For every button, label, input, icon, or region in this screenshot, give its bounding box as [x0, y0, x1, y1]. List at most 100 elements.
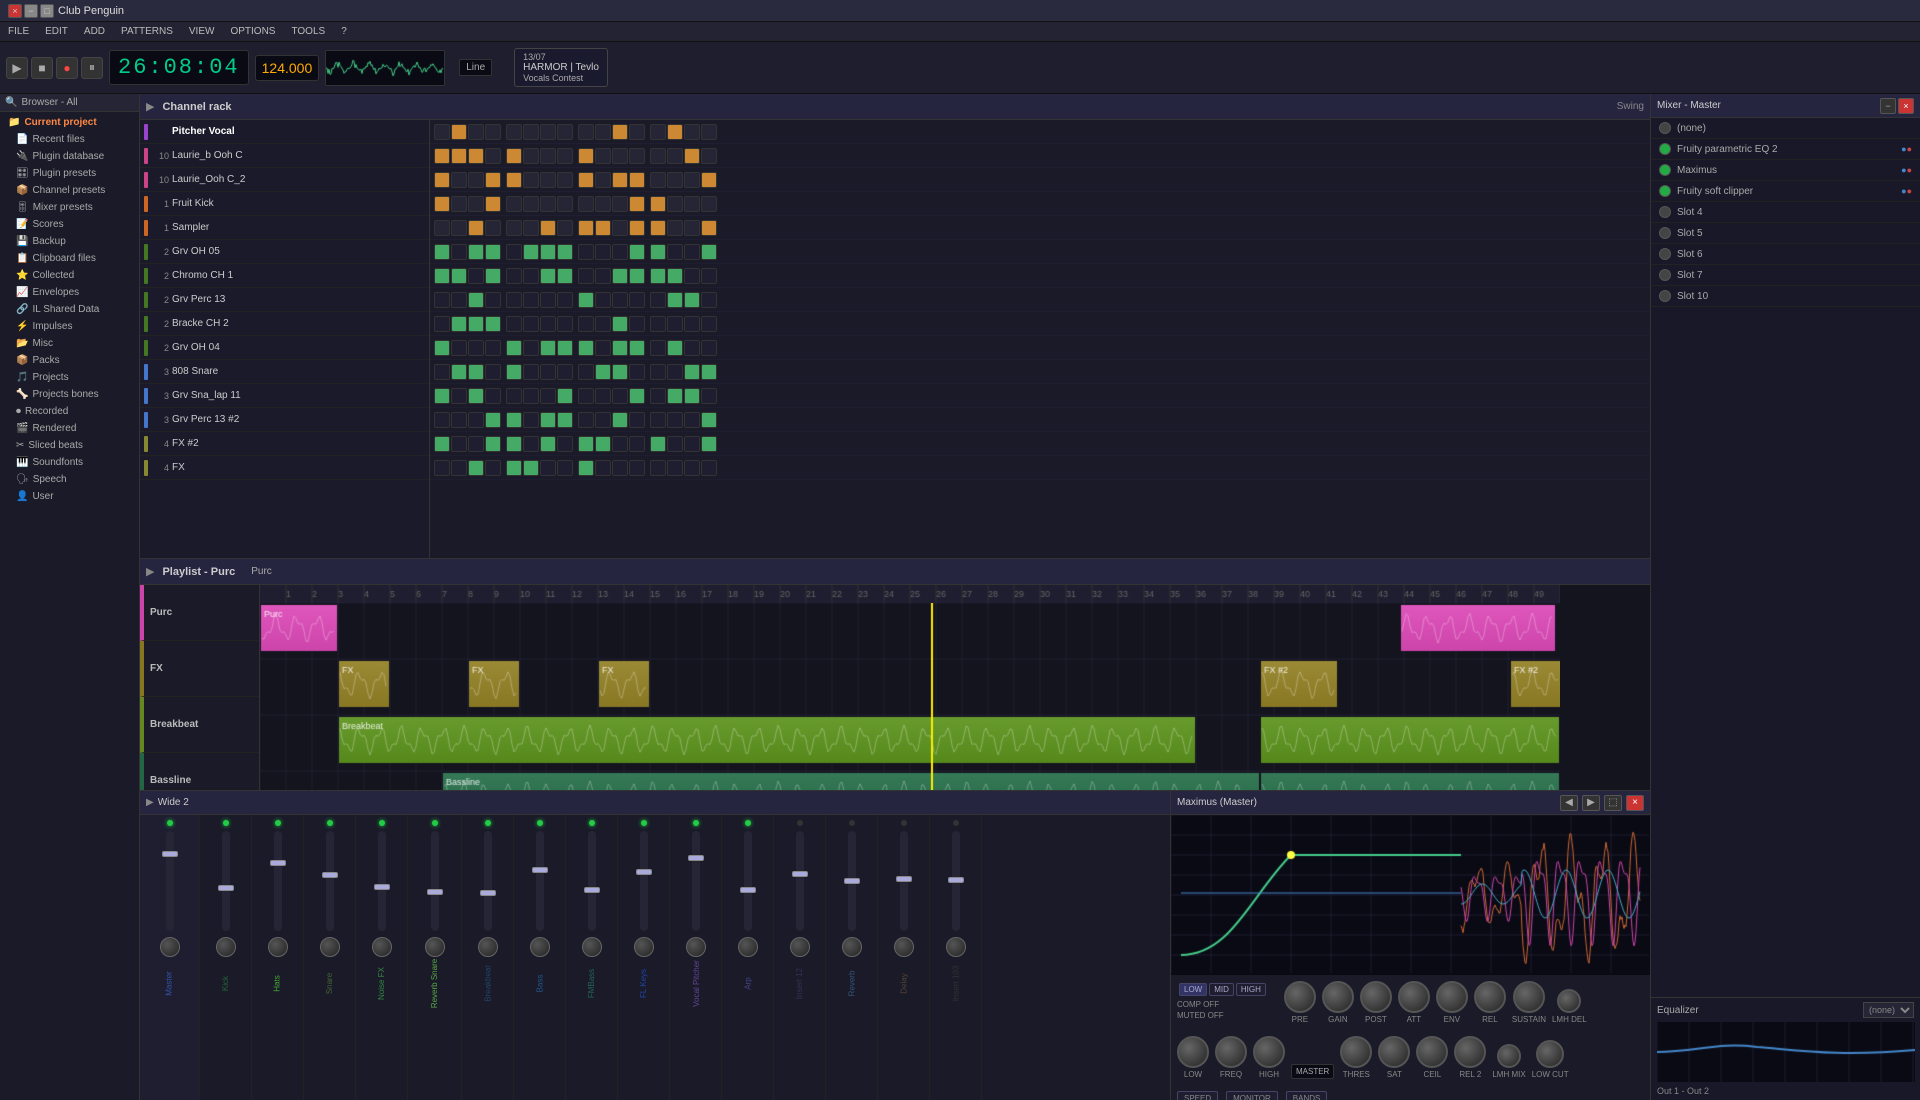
browser-item-soundfonts[interactable]: 🎹Soundfonts [2, 454, 137, 471]
speed-btn[interactable]: SPEED [1177, 1091, 1218, 1100]
beat-btn-9-9[interactable] [595, 340, 611, 356]
beat-btn-11-8[interactable] [578, 388, 594, 404]
record-button[interactable]: ● [56, 57, 78, 79]
fx-item-3[interactable]: Fruity soft clipper ●● [1651, 181, 1920, 202]
beat-btn-7-3[interactable] [485, 292, 501, 308]
mixer-ch-name-13[interactable]: Reverb [847, 971, 856, 997]
mixer-fader-6[interactable] [484, 831, 492, 931]
beat-btn-8-8[interactable] [578, 316, 594, 332]
beat-btn-14-12[interactable] [650, 460, 666, 476]
beat-btn-12-4[interactable] [506, 412, 522, 428]
beat-btn-11-12[interactable] [650, 388, 666, 404]
beat-btn-10-7[interactable] [557, 364, 573, 380]
beat-btn-14-8[interactable] [578, 460, 594, 476]
beat-btn-9-11[interactable] [629, 340, 645, 356]
beat-btn-5-11[interactable] [629, 244, 645, 260]
beat-btn-12-2[interactable] [468, 412, 484, 428]
mixer-fader-8[interactable] [588, 831, 596, 931]
mixer-knob-0[interactable] [160, 937, 180, 957]
mixer-knob-2[interactable] [268, 937, 288, 957]
beat-btn-12-1[interactable] [451, 412, 467, 428]
beat-btn-2-10[interactable] [612, 172, 628, 188]
beat-btn-8-3[interactable] [485, 316, 501, 332]
bands-btn[interactable]: BANDS [1286, 1091, 1328, 1100]
channel-row-8[interactable]: 2Bracke CH 2 [140, 312, 429, 336]
beat-btn-4-2[interactable] [468, 220, 484, 236]
fx-toggle-5[interactable] [1659, 227, 1671, 239]
channel-row-3[interactable]: 1Fruit Kick [140, 192, 429, 216]
beat-btn-9-2[interactable] [468, 340, 484, 356]
beat-btn-4-7[interactable] [557, 220, 573, 236]
beat-btn-3-10[interactable] [612, 196, 628, 212]
beat-btn-1-7[interactable] [557, 148, 573, 164]
beat-btn-2-11[interactable] [629, 172, 645, 188]
channel-row-13[interactable]: 4FX #2 [140, 432, 429, 456]
beat-btn-12-6[interactable] [540, 412, 556, 428]
beat-btn-6-1[interactable] [451, 268, 467, 284]
mixer-fader-12[interactable] [796, 831, 804, 931]
browser-item-speech[interactable]: 🗣Speech [2, 471, 137, 488]
maximize-button[interactable]: □ [40, 4, 54, 18]
beat-btn-8-4[interactable] [506, 316, 522, 332]
beat-btn-14-4[interactable] [506, 460, 522, 476]
mixer-ch-name-3[interactable]: Snare [325, 973, 334, 994]
beat-btn-3-15[interactable] [701, 196, 717, 212]
beat-btn-10-12[interactable] [650, 364, 666, 380]
mixer-fader-14[interactable] [900, 831, 908, 931]
beat-btn-8-14[interactable] [684, 316, 700, 332]
mixer-ch-name-12[interactable]: Insert 12 [795, 968, 804, 999]
beat-btn-2-15[interactable] [701, 172, 717, 188]
beat-btn-10-10[interactable] [612, 364, 628, 380]
beat-btn-11-0[interactable] [434, 388, 450, 404]
beat-btn-10-4[interactable] [506, 364, 522, 380]
beat-btn-9-1[interactable] [451, 340, 467, 356]
fx-toggle-6[interactable] [1659, 248, 1671, 260]
beat-btn-8-9[interactable] [595, 316, 611, 332]
beat-btn-7-0[interactable] [434, 292, 450, 308]
mixer-fader-0[interactable] [166, 831, 174, 931]
beat-btn-4-8[interactable] [578, 220, 594, 236]
beat-btn-8-10[interactable] [612, 316, 628, 332]
mixer-knob-14[interactable] [894, 937, 914, 957]
browser-item-packs[interactable]: 📦Packs [2, 352, 137, 369]
beat-btn-13-1[interactable] [451, 436, 467, 452]
beat-btn-3-9[interactable] [595, 196, 611, 212]
beat-btn-12-0[interactable] [434, 412, 450, 428]
browser-item-misc[interactable]: 📂Misc [2, 335, 137, 352]
beat-btn-5-5[interactable] [523, 244, 539, 260]
beat-btn-10-5[interactable] [523, 364, 539, 380]
window-controls[interactable]: × − □ [8, 4, 54, 18]
fx-item-1[interactable]: Fruity parametric EQ 2 ●● [1651, 139, 1920, 160]
mixer-led-10[interactable] [693, 820, 699, 826]
beat-btn-11-4[interactable] [506, 388, 522, 404]
beat-btn-11-11[interactable] [629, 388, 645, 404]
fx-toggle-1[interactable] [1659, 143, 1671, 155]
beat-btn-3-12[interactable] [650, 196, 666, 212]
beat-btn-14-9[interactable] [595, 460, 611, 476]
mixer-led-8[interactable] [589, 820, 595, 826]
beat-btn-5-0[interactable] [434, 244, 450, 260]
beat-btn-7-10[interactable] [612, 292, 628, 308]
beat-btn-14-10[interactable] [612, 460, 628, 476]
track-label-fx[interactable]: FX [140, 641, 259, 697]
mixer-ch-name-6[interactable]: Breakbeat [483, 965, 492, 1001]
menu-tools[interactable]: TOOLS [287, 24, 329, 39]
beat-btn-14-7[interactable] [557, 460, 573, 476]
beat-btn-2-9[interactable] [595, 172, 611, 188]
stop-button[interactable]: ■ [31, 57, 53, 79]
fx-toggle-0[interactable] [1659, 122, 1671, 134]
mixer-ch-name-0[interactable]: Master [165, 971, 174, 995]
beat-btn-2-7[interactable] [557, 172, 573, 188]
beat-btn-12-11[interactable] [629, 412, 645, 428]
mixer-led-6[interactable] [485, 820, 491, 826]
beat-btn-5-10[interactable] [612, 244, 628, 260]
fx-toggle-2[interactable] [1659, 164, 1671, 176]
beat-btn-5-6[interactable] [540, 244, 556, 260]
beat-btn-1-14[interactable] [684, 148, 700, 164]
beat-btn-9-6[interactable] [540, 340, 556, 356]
track-label-purc[interactable]: Purc [140, 585, 259, 641]
beat-btn-10-11[interactable] [629, 364, 645, 380]
beat-btn-1-3[interactable] [485, 148, 501, 164]
mixer-knob-3[interactable] [320, 937, 340, 957]
beat-btn-14-3[interactable] [485, 460, 501, 476]
